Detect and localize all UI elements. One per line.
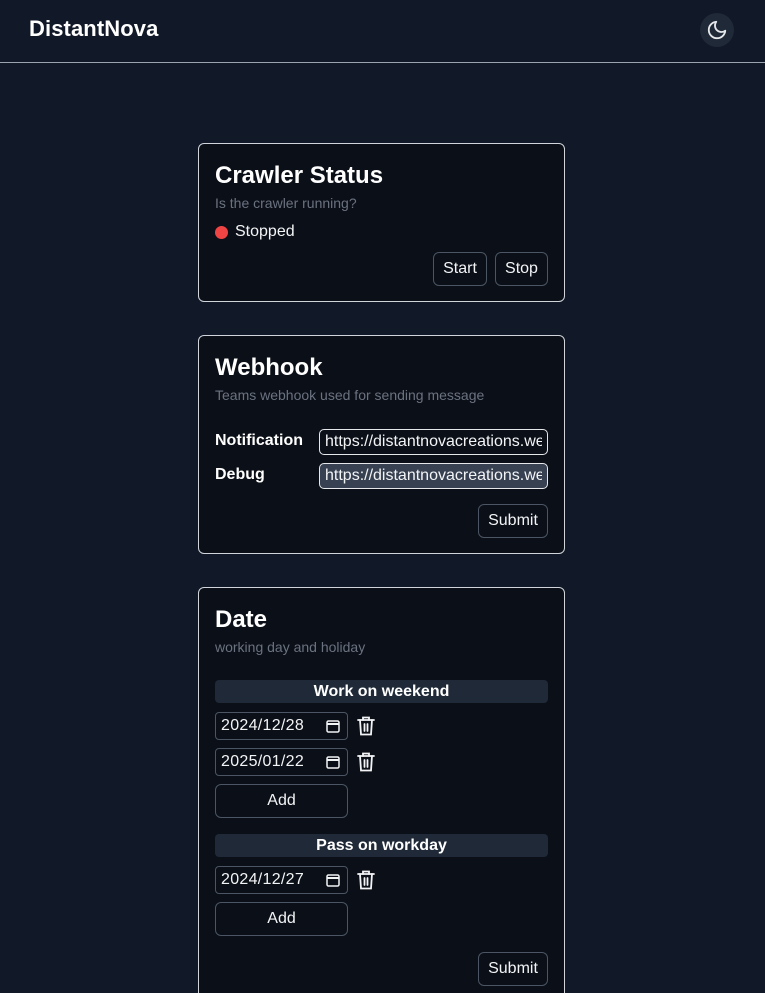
calendar-icon[interactable] xyxy=(326,719,340,733)
pass-on-workday-heading: Pass on workday xyxy=(215,834,548,857)
top-bar: DistantNova xyxy=(0,0,765,63)
debug-webhook-input[interactable] xyxy=(319,463,548,489)
add-weekend-date-button[interactable]: Add xyxy=(215,784,348,818)
card-title: Crawler Status xyxy=(215,162,384,189)
theme-toggle-button[interactable] xyxy=(700,13,734,47)
date-submit-button[interactable]: Submit xyxy=(478,952,548,986)
stop-button[interactable]: Stop xyxy=(495,252,548,286)
trash-icon[interactable] xyxy=(357,870,375,890)
status-text: Stopped xyxy=(235,223,295,240)
work-on-weekend-heading: Work on weekend xyxy=(215,680,548,703)
weekend-date-input[interactable]: 2024/12/28 xyxy=(215,712,348,740)
card-title: Webhook xyxy=(215,354,323,381)
debug-label: Debug xyxy=(215,466,265,483)
start-button[interactable]: Start xyxy=(433,252,487,286)
add-workday-date-button[interactable]: Add xyxy=(215,902,348,936)
card-subtitle: working day and holiday xyxy=(215,639,366,655)
date-card: Date working day and holiday Work on wee… xyxy=(198,587,565,993)
brand-logo[interactable]: DistantNova xyxy=(29,16,158,42)
weekend-date-input[interactable]: 2025/01/22 xyxy=(215,748,348,776)
workday-date-input[interactable]: 2024/12/27 xyxy=(215,866,348,894)
date-value: 2024/12/27 xyxy=(221,871,305,888)
date-value: 2025/01/22 xyxy=(221,753,305,770)
card-subtitle: Teams webhook used for sending message xyxy=(215,387,485,403)
webhook-card: Webhook Teams webhook used for sending m… xyxy=(198,335,565,554)
webhook-submit-button[interactable]: Submit xyxy=(478,504,548,538)
calendar-icon[interactable] xyxy=(326,873,340,887)
calendar-icon[interactable] xyxy=(326,755,340,769)
notification-webhook-input[interactable] xyxy=(319,429,548,455)
card-title: Date xyxy=(215,606,268,633)
notification-label: Notification xyxy=(215,432,303,449)
trash-icon[interactable] xyxy=(357,716,375,736)
trash-icon[interactable] xyxy=(357,752,375,772)
crawler-status-card: Crawler Status Is the crawler running? S… xyxy=(198,143,565,302)
date-value: 2024/12/28 xyxy=(221,717,305,734)
status-indicator-dot xyxy=(215,226,228,239)
card-subtitle: Is the crawler running? xyxy=(215,195,357,211)
moon-icon xyxy=(707,20,727,40)
